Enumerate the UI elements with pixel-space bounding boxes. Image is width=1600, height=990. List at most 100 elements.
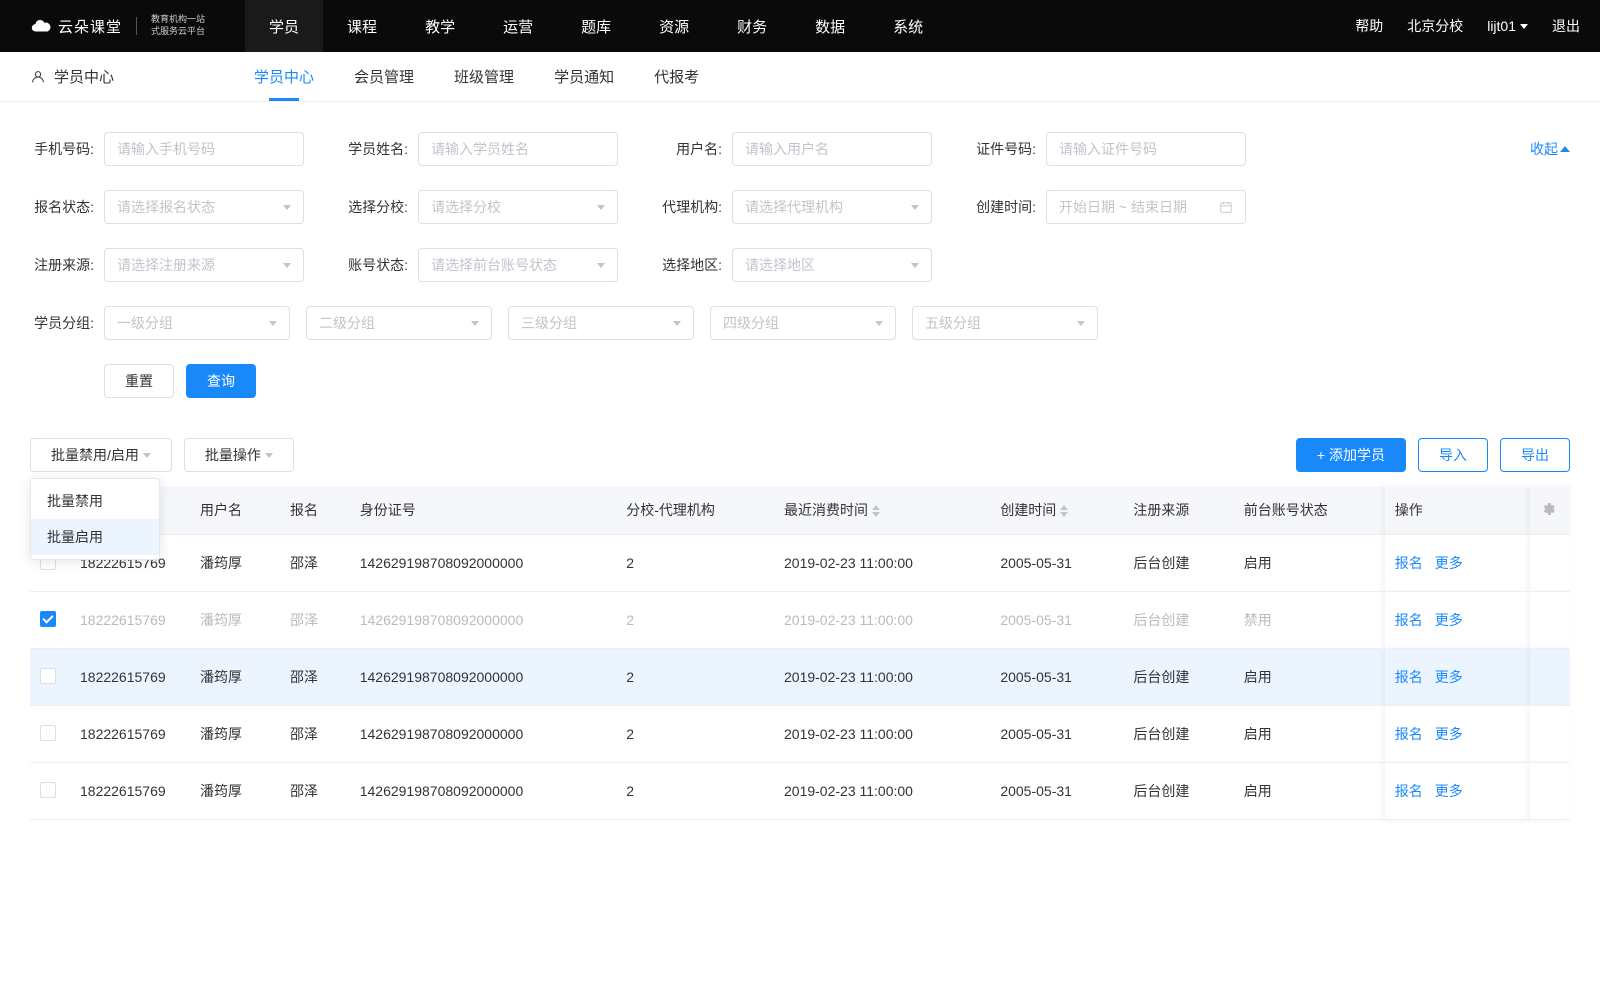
sub-menu: 学员中心 会员管理 班级管理 学员通知 代报考 (254, 52, 699, 101)
export-button[interactable]: 导出 (1500, 438, 1570, 472)
table-row: 18222615769 潘筠厚 邵泽 142629198708092000000… (30, 649, 1570, 706)
col-lasttime-label: 最近消费时间 (784, 502, 868, 518)
cell-source: 后台创建 (1123, 535, 1233, 592)
select-placeholder: 三级分组 (521, 313, 577, 333)
cell-idnum: 142629198708092000000 (350, 535, 616, 592)
cell-branch: 2 (616, 535, 774, 592)
row-enroll-link[interactable]: 报名 (1395, 669, 1423, 685)
row-enroll-link[interactable]: 报名 (1395, 612, 1423, 628)
filter-label: 用户名: (658, 139, 722, 159)
row-more-link[interactable]: 更多 (1435, 726, 1463, 742)
row-checkbox[interactable] (40, 725, 56, 741)
brand-name: 云朵课堂 (58, 16, 122, 37)
subnav-学员中心[interactable]: 学员中心 (254, 66, 314, 87)
filter-item: 代理机构:请选择代理机构 (658, 190, 932, 224)
batch-enable[interactable]: 批量启用 (31, 519, 159, 555)
import-button[interactable]: 导入 (1418, 438, 1488, 472)
filter-item: 学员姓名: (344, 132, 618, 166)
row-enroll-link[interactable]: 报名 (1395, 783, 1423, 799)
data-table: 用户名 报名 身份证号 分校-代理机构 最近消费时间 创建时间 注册来源 前台账… (30, 486, 1570, 820)
brand-sub1: 教育机构一站 (151, 14, 205, 26)
row-more-link[interactable]: 更多 (1435, 555, 1463, 571)
filter-input[interactable] (104, 132, 304, 166)
filter-select[interactable]: 请选择分校 (418, 190, 618, 224)
row-checkbox[interactable] (40, 668, 56, 684)
nav-财务[interactable]: 财务 (713, 0, 791, 52)
add-button[interactable]: + 添加学员 (1296, 438, 1406, 472)
date-range-picker[interactable]: 开始日期 ~ 结束日期 (1046, 190, 1246, 224)
filter-row-1: 手机号码:学员姓名:用户名:证件号码:收起 (30, 132, 1570, 166)
collapse-toggle[interactable]: 收起 (1530, 139, 1570, 159)
filter-item: 手机号码: (30, 132, 304, 166)
filter-input[interactable] (1046, 132, 1246, 166)
filter-item: 报名状态:请选择报名状态 (30, 190, 304, 224)
filter-label: 学员姓名: (344, 139, 408, 159)
filter-input[interactable] (418, 132, 618, 166)
cell-lasttime: 2019-02-23 11:00:00 (774, 706, 990, 763)
row-more-link[interactable]: 更多 (1435, 612, 1463, 628)
filter-select[interactable]: 请选择前台账号状态 (418, 248, 618, 282)
row-checkbox[interactable] (40, 611, 56, 627)
filter-item: 创建时间:开始日期 ~ 结束日期 (972, 190, 1246, 224)
group-select[interactable]: 三级分组 (508, 306, 694, 340)
batch-toggle-button[interactable]: 批量禁用/启用 (30, 438, 172, 472)
table-row: 18222615769 潘筠厚 邵泽 142629198708092000000… (30, 592, 1570, 649)
batch-ops-label: 批量操作 (205, 445, 261, 465)
subnav-会员管理[interactable]: 会员管理 (354, 66, 414, 87)
cell-blank (1530, 592, 1570, 649)
subnav-代报考[interactable]: 代报考 (654, 66, 699, 87)
filter-select[interactable]: 请选择报名状态 (104, 190, 304, 224)
user-menu[interactable]: lijt01 (1487, 18, 1528, 34)
filter-select[interactable]: 请选择代理机构 (732, 190, 932, 224)
row-more-link[interactable]: 更多 (1435, 669, 1463, 685)
group-select[interactable]: 五级分组 (912, 306, 1098, 340)
group-selects: 一级分组二级分组 三级分组 四级分组五级分组 (104, 306, 1098, 340)
logout-link[interactable]: 退出 (1552, 16, 1580, 36)
nav-课程[interactable]: 课程 (323, 0, 401, 52)
batch-disable[interactable]: 批量禁用 (31, 483, 159, 519)
nav-学员[interactable]: 学员 (245, 0, 323, 52)
reset-button[interactable]: 重置 (104, 364, 174, 398)
nav-运营[interactable]: 运营 (479, 0, 557, 52)
query-button[interactable]: 查询 (186, 364, 256, 398)
caret-down-icon (1520, 24, 1528, 29)
group-select[interactable]: 四级分组 (710, 306, 896, 340)
sub-nav: 学员中心 学员中心 会员管理 班级管理 学员通知 代报考 (0, 52, 1600, 102)
batch-ops-button[interactable]: 批量操作 (184, 438, 294, 472)
cell-source: 后台创建 (1123, 592, 1233, 649)
row-more-link[interactable]: 更多 (1435, 783, 1463, 799)
help-link[interactable]: 帮助 (1355, 16, 1383, 36)
subnav-学员通知[interactable]: 学员通知 (554, 66, 614, 87)
col-create[interactable]: 创建时间 (990, 486, 1123, 535)
cell-idnum: 142629198708092000000 (350, 763, 616, 820)
row-checkbox[interactable] (40, 782, 56, 798)
nav-数据[interactable]: 数据 (791, 0, 869, 52)
col-source: 注册来源 (1123, 486, 1233, 535)
cell-create: 2005-05-31 (990, 535, 1123, 592)
row-enroll-link[interactable]: 报名 (1395, 555, 1423, 571)
cell-idnum: 142629198708092000000 (350, 592, 616, 649)
cell-ops: 报名更多 (1385, 649, 1530, 706)
group-select[interactable]: 二级分组 (306, 306, 492, 340)
subnav-班级管理[interactable]: 班级管理 (454, 66, 514, 87)
col-settings[interactable] (1530, 486, 1570, 535)
chevron-down-icon (673, 321, 681, 326)
cell-lasttime: 2019-02-23 11:00:00 (774, 592, 990, 649)
nav-题库[interactable]: 题库 (557, 0, 635, 52)
filter-select[interactable]: 请选择注册来源 (104, 248, 304, 282)
branch-link[interactable]: 北京分校 (1407, 16, 1463, 36)
nav-系统[interactable]: 系统 (869, 0, 947, 52)
filter-input[interactable] (732, 132, 932, 166)
col-status: 前台账号状态 (1234, 486, 1385, 535)
cell-source: 后台创建 (1123, 706, 1233, 763)
table-row: 18222615769 潘筠厚 邵泽 142629198708092000000… (30, 535, 1570, 592)
filter-select[interactable]: 请选择地区 (732, 248, 932, 282)
cell-status: 启用 (1234, 706, 1385, 763)
group-select[interactable]: 一级分组 (104, 306, 290, 340)
nav-资源[interactable]: 资源 (635, 0, 713, 52)
cell-lasttime: 2019-02-23 11:00:00 (774, 649, 990, 706)
col-lasttime[interactable]: 最近消费时间 (774, 486, 990, 535)
row-enroll-link[interactable]: 报名 (1395, 726, 1423, 742)
nav-教学[interactable]: 教学 (401, 0, 479, 52)
cell-ops: 报名更多 (1385, 535, 1530, 592)
